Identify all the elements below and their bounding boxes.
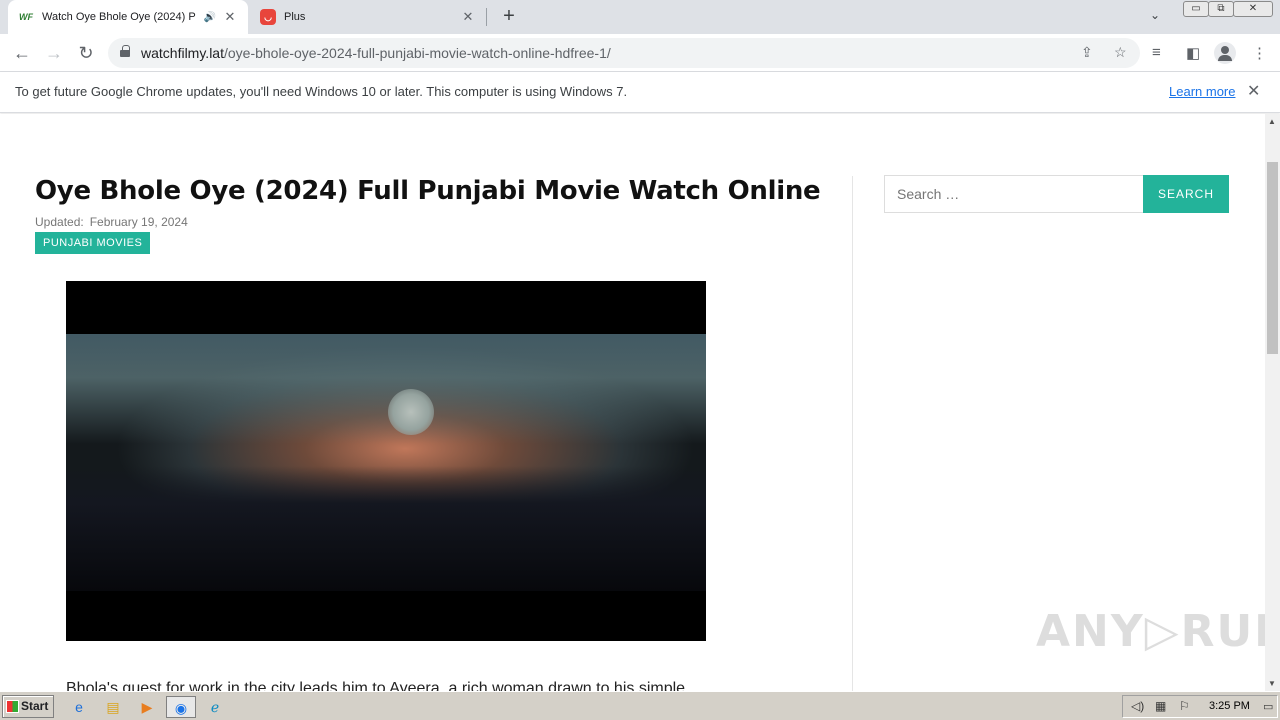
minimize-button[interactable]: ▭: [1183, 1, 1209, 17]
video-player[interactable]: [66, 281, 706, 641]
show-desktop-icon[interactable]: ▭: [1263, 700, 1273, 713]
clock[interactable]: 3:25 PM: [1209, 700, 1250, 712]
updated-label: Updated:: [35, 215, 84, 229]
tab-plus[interactable]: ◡ Plus ✕: [250, 0, 486, 34]
address-bar[interactable]: watchfilmy.lat/oye-bhole-oye-2024-full-p…: [108, 38, 1140, 68]
url-text[interactable]: watchfilmy.lat/oye-bhole-oye-2024-full-p…: [141, 45, 611, 61]
post-meta: Updated: February 19, 2024: [35, 215, 188, 229]
post-title: Oye Bhole Oye (2024) Full Punjabi Movie …: [35, 176, 821, 206]
close-window-button[interactable]: ✕: [1233, 1, 1273, 17]
network-icon[interactable]: ▦: [1155, 699, 1166, 713]
forward-arrow-icon[interactable]: →: [42, 41, 66, 65]
category-badge[interactable]: PUNJABI MOVIES: [35, 232, 151, 254]
bookmark-star-icon[interactable]: ☆: [1114, 44, 1127, 61]
web-page: Oye Bhole Oye (2024) Full Punjabi Movie …: [0, 114, 1265, 691]
plus-favicon-icon: ◡: [260, 9, 276, 25]
page-scrollbar[interactable]: ▲ ▼: [1265, 114, 1280, 691]
tab-title: Plus: [284, 11, 306, 23]
tab-search-chevron-icon[interactable]: ⌄: [1150, 8, 1160, 22]
action-center-flag-icon[interactable]: ⚐: [1179, 699, 1190, 713]
watchfilmy-favicon: WF: [19, 12, 33, 22]
internet-explorer-icon[interactable]: e: [68, 696, 90, 718]
profile-avatar-icon[interactable]: [1214, 42, 1236, 64]
video-frame-clouds: [66, 334, 706, 444]
url-host: watchfilmy.lat: [141, 45, 224, 61]
infobar-close-icon[interactable]: ✕: [1247, 81, 1260, 101]
tab-close-icon[interactable]: ✕: [460, 9, 476, 25]
tab-close-icon[interactable]: ✕: [222, 9, 238, 25]
video-frame-sun: [388, 389, 434, 435]
tab-watch-oye-bhole-oye[interactable]: WF Watch Oye Bhole Oye (2024) P 🔊 ✕: [8, 0, 248, 34]
url-path: /oye-bhole-oye-2024-full-punjabi-movie-w…: [223, 45, 611, 61]
post-excerpt: Bhola's quest for work in the city leads…: [66, 680, 686, 691]
scroll-up-arrow-icon[interactable]: ▲: [1268, 117, 1276, 126]
side-panel-icon[interactable]: ◧: [1186, 44, 1200, 62]
volume-icon[interactable]: ◁): [1131, 699, 1144, 713]
edge-icon[interactable]: ℯ: [204, 696, 226, 718]
search-button[interactable]: SEARCH: [1143, 175, 1229, 213]
scroll-thumb[interactable]: [1267, 162, 1278, 354]
file-explorer-icon[interactable]: ▤: [102, 696, 124, 718]
learn-more-link[interactable]: Learn more: [1169, 84, 1235, 99]
search-input[interactable]: [884, 175, 1144, 213]
update-infobar: To get future Google Chrome updates, you…: [0, 72, 1280, 113]
start-button[interactable]: Start: [2, 695, 54, 718]
browser-toolbar: ← → ↻ watchfilmy.lat/oye-bhole-oye-2024-…: [0, 34, 1280, 72]
sidebar-divider: [852, 176, 853, 691]
anyrun-watermark: ANY▷RUN: [1036, 606, 1265, 657]
media-player-icon[interactable]: ▶: [136, 696, 158, 718]
system-tray: ◁) ▦ ⚐ 3:25 PM ▭: [1122, 695, 1278, 718]
more-menu-icon[interactable]: ⋮: [1252, 44, 1267, 62]
chrome-icon[interactable]: ◉: [166, 696, 196, 718]
audio-playing-icon[interactable]: 🔊: [204, 12, 216, 23]
tab-strip: WF Watch Oye Bhole Oye (2024) P 🔊 ✕ ◡ Pl…: [0, 0, 1280, 34]
infobar-message: To get future Google Chrome updates, you…: [15, 84, 628, 99]
windows-taskbar: Start e ▤ ▶ ◉ ℯ ◁) ▦ ⚐ 3:25 PM ▭: [0, 691, 1280, 720]
reload-icon[interactable]: ↻: [74, 41, 98, 65]
back-arrow-icon[interactable]: ←: [10, 41, 34, 65]
share-icon[interactable]: ⇪: [1081, 44, 1093, 61]
tab-separator: [486, 8, 487, 26]
updated-date: February 19, 2024: [89, 215, 188, 229]
media-control-icon[interactable]: ≡: [1152, 44, 1161, 61]
restore-button[interactable]: ⧉: [1208, 1, 1234, 17]
video-frame-ground: [66, 466, 706, 591]
scroll-down-arrow-icon[interactable]: ▼: [1268, 679, 1276, 688]
lock-icon[interactable]: [120, 45, 130, 57]
new-tab-button[interactable]: +: [498, 5, 520, 27]
tab-title: Watch Oye Bhole Oye (2024) P: [42, 11, 196, 23]
